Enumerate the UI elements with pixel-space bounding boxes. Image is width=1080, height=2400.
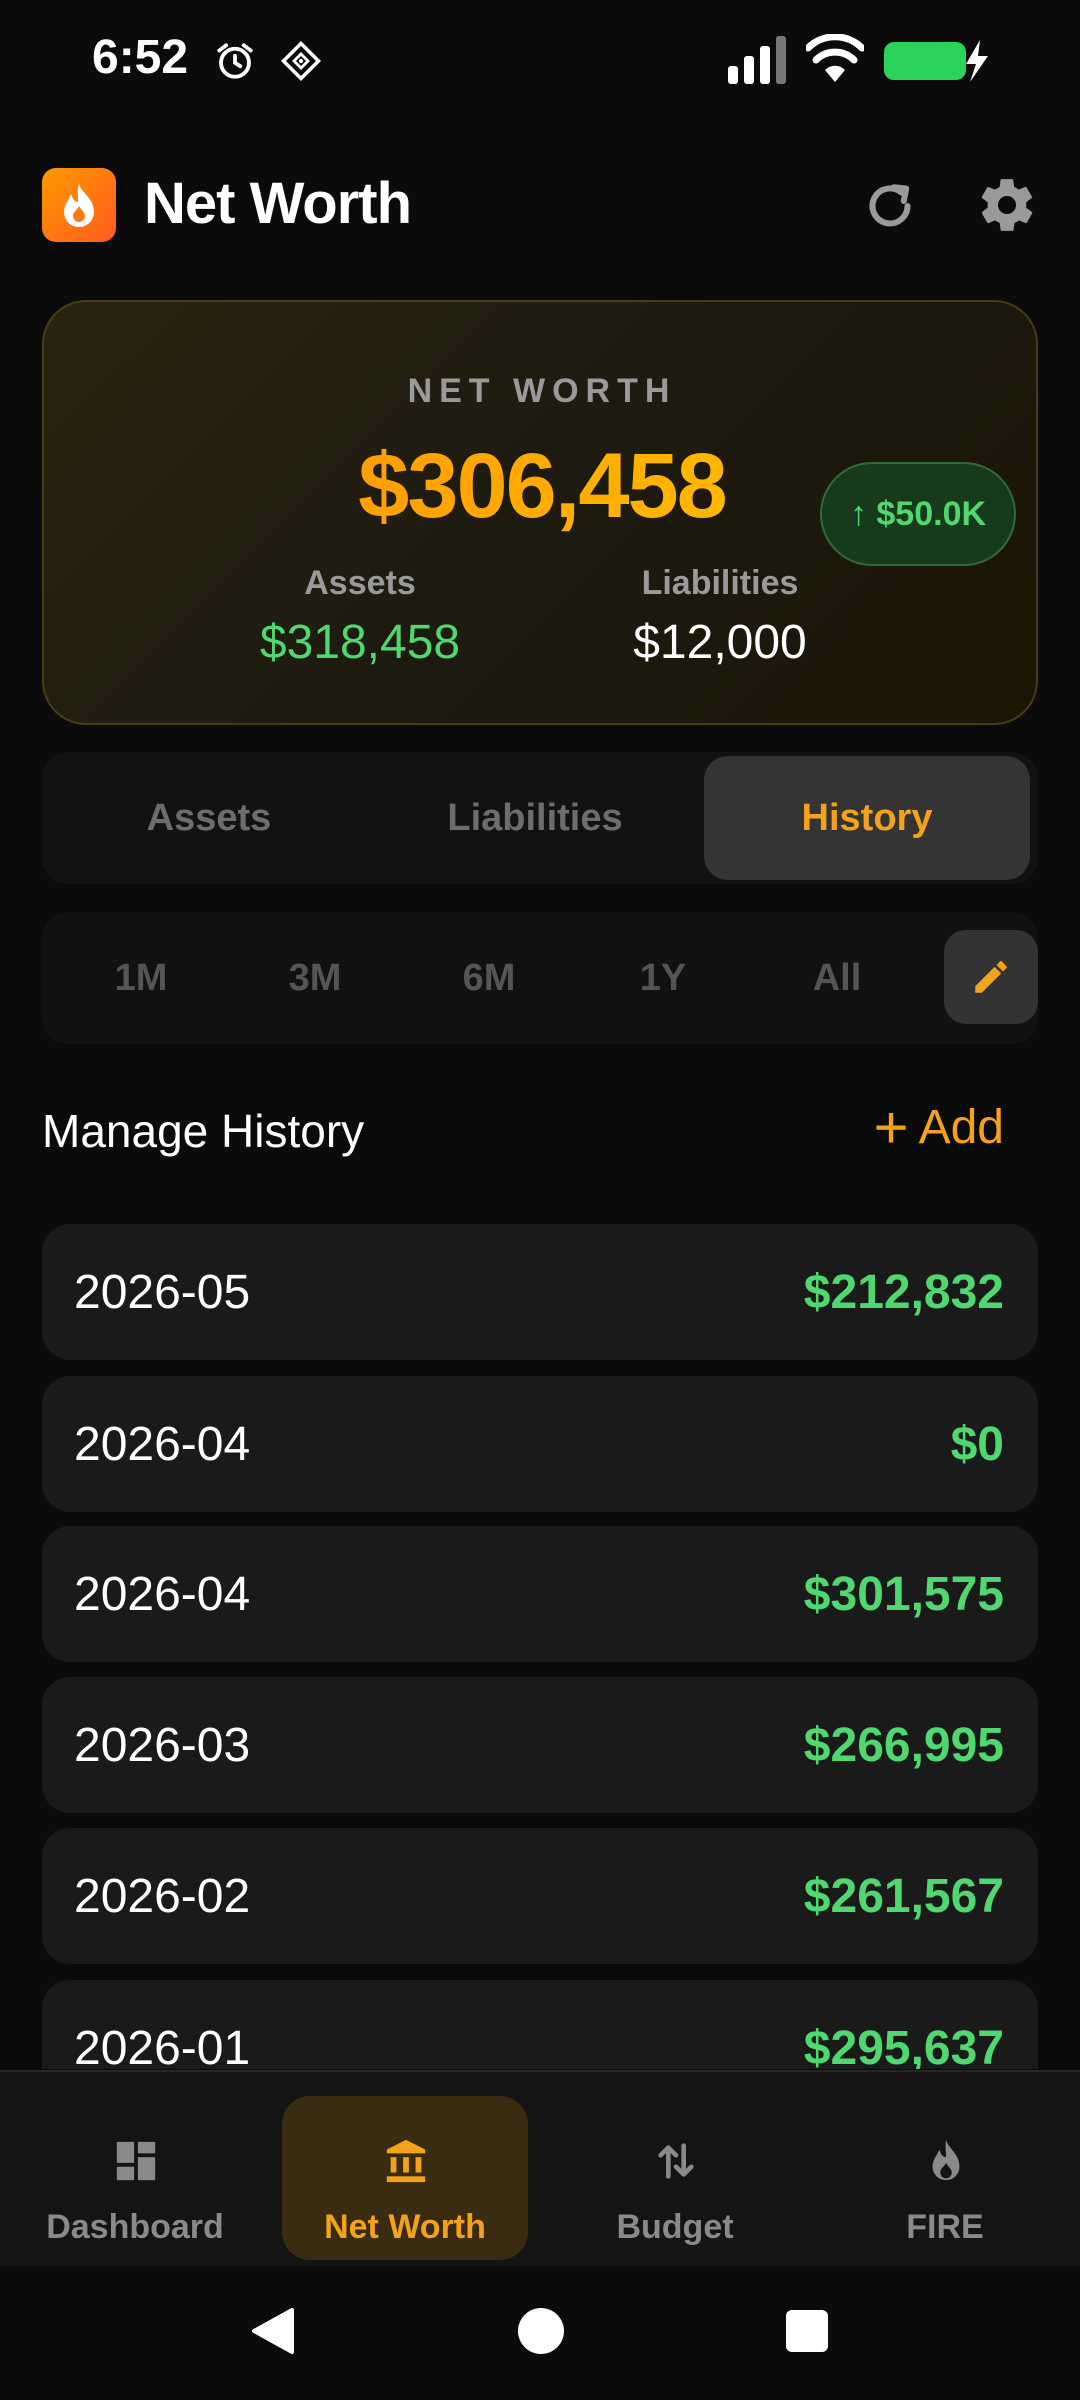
nav-dashboard-label: Dashboard: [46, 2208, 224, 2246]
pencil-icon: [975, 961, 1007, 993]
nfc-icon: [281, 41, 321, 81]
bank-icon: [386, 2139, 426, 2183]
page-title: Net Worth: [144, 171, 412, 236]
dashboard-icon: [116, 2141, 156, 2181]
app-logo: [42, 168, 116, 242]
section-title: Manage History: [42, 1105, 365, 1157]
flame-icon: [932, 2139, 960, 2181]
entry-date: 2026-05: [74, 1265, 251, 1319]
assets-label: Assets: [304, 564, 416, 602]
nav-fire[interactable]: FIRE: [822, 2096, 1068, 2260]
range-all[interactable]: All: [762, 912, 912, 1044]
home-icon[interactable]: [518, 2308, 564, 2354]
assets-value: $318,458: [259, 616, 461, 669]
plus-icon: +: [873, 1093, 909, 1161]
entry-amount: $301,575: [803, 1567, 1004, 1621]
alarm-icon: [217, 43, 253, 79]
nav-fire-label: FIRE: [906, 2208, 984, 2246]
system-nav-bar: [0, 2266, 1080, 2400]
tab-liabilities[interactable]: Liabilities: [372, 756, 698, 880]
app-header: Net Worth: [42, 160, 1038, 250]
entry-amount: $266,995: [803, 1718, 1004, 1772]
nav-budget-label: Budget: [616, 2208, 734, 2246]
back-icon[interactable]: [248, 2306, 296, 2356]
nav-net-worth[interactable]: Net Worth: [282, 2096, 528, 2260]
net-worth-card: NET WORTH $306,458 ↑ $50.0K Assets $318,…: [42, 300, 1038, 725]
liabilities-label: Liabilities: [641, 564, 799, 602]
entry-date: 2026-02: [74, 1869, 251, 1923]
liabilities-value: $12,000: [633, 616, 807, 669]
list-item[interactable]: 2026-04 $301,575: [42, 1526, 1038, 1662]
signal-icon: [728, 36, 786, 84]
entry-date: 2026-04: [74, 1567, 251, 1621]
bottom-nav: Dashboard Net Worth Budget FIRE: [0, 2070, 1080, 2266]
nav-dashboard[interactable]: Dashboard: [12, 2096, 258, 2260]
tab-history[interactable]: History: [704, 756, 1030, 880]
list-item[interactable]: 2026-04 $0: [42, 1376, 1038, 1512]
swap-vertical-icon: [658, 2143, 694, 2179]
entry-amount: $261,567: [803, 1869, 1004, 1923]
entry-date: 2026-03: [74, 1718, 251, 1772]
battery-charging-icon: [884, 40, 988, 82]
gear-icon[interactable]: [976, 174, 1038, 236]
entry-amount: $295,637: [803, 2021, 1004, 2070]
recents-icon[interactable]: [786, 2310, 828, 2352]
refresh-icon[interactable]: [860, 176, 920, 236]
segment-tabs: Assets Liabilities History: [42, 752, 1038, 884]
range-selector: 1M 3M 6M 1Y All: [42, 912, 1038, 1044]
net-worth-label: NET WORTH: [407, 372, 677, 410]
status-bar: 6:52: [0, 0, 1080, 120]
edit-button[interactable]: [944, 930, 1038, 1024]
flame-logo-icon: [64, 184, 94, 227]
entry-amount: $212,832: [803, 1265, 1004, 1319]
liabilities-summary: Liabilities $12,000: [570, 564, 870, 670]
nav-budget[interactable]: Budget: [552, 2096, 798, 2260]
entry-date: 2026-04: [74, 1417, 251, 1471]
add-label: Add: [918, 1101, 1004, 1154]
list-item[interactable]: 2026-03 $266,995: [42, 1677, 1038, 1813]
tab-assets[interactable]: Assets: [46, 756, 372, 880]
range-3m[interactable]: 3M: [240, 912, 390, 1044]
range-1y[interactable]: 1Y: [588, 912, 738, 1044]
entry-date: 2026-01: [74, 2021, 251, 2070]
assets-summary: Assets $318,458: [210, 564, 510, 670]
list-item[interactable]: 2026-05 $212,832: [42, 1224, 1038, 1360]
list-item[interactable]: 2026-02 $261,567: [42, 1828, 1038, 1964]
nav-net-worth-label: Net Worth: [324, 2208, 486, 2246]
wifi-icon: [806, 34, 864, 82]
range-1m[interactable]: 1M: [66, 912, 216, 1044]
range-6m[interactable]: 6M: [414, 912, 564, 1044]
add-button[interactable]: + Add: [873, 1093, 1004, 1161]
history-list: 2026-05 $212,832 2026-04 $0 2026-04 $301…: [42, 1224, 1038, 2069]
status-time: 6:52: [92, 31, 189, 84]
list-item[interactable]: 2026-01 $295,637: [42, 1980, 1038, 2069]
entry-amount: $0: [950, 1417, 1004, 1471]
change-badge: ↑ $50.0K: [820, 462, 1016, 566]
